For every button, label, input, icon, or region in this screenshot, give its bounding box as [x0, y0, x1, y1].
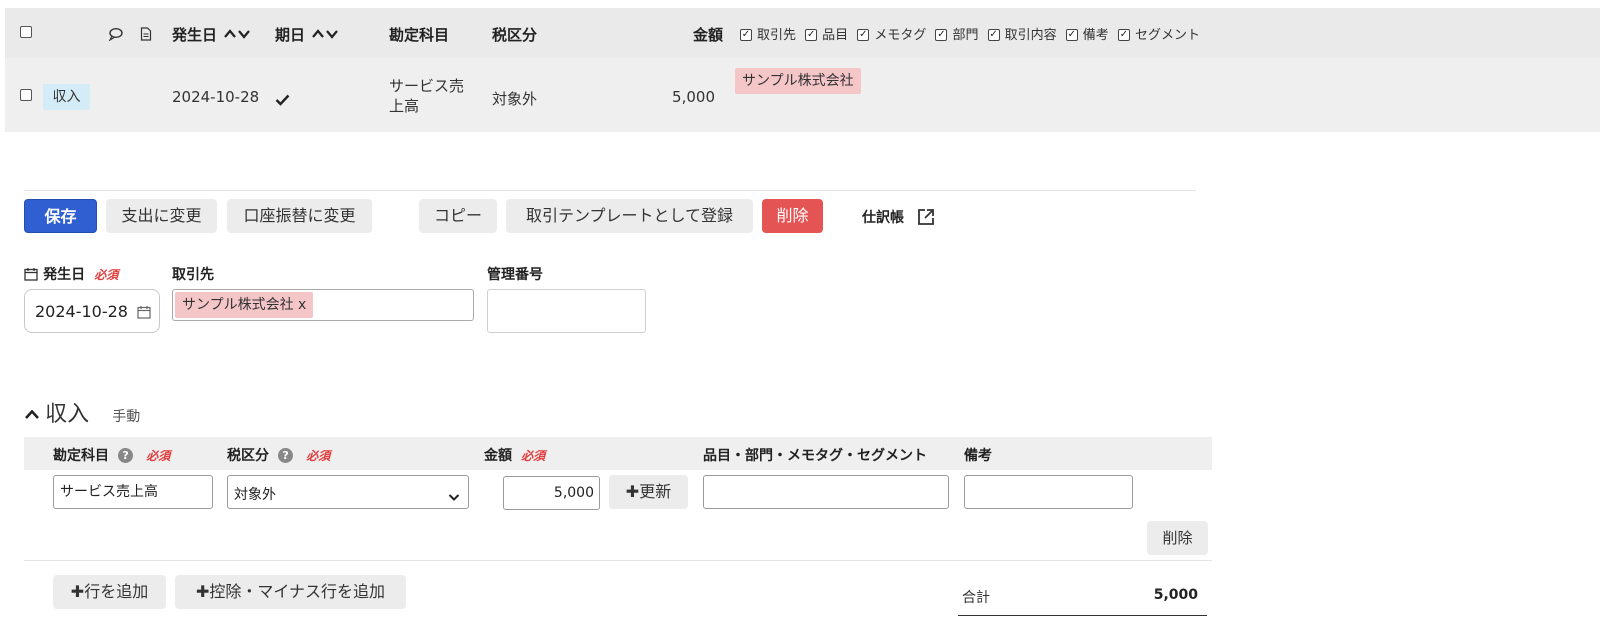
journal-link-label: 仕訳帳 — [862, 210, 904, 226]
column-toggle-label: 取引先 — [757, 28, 797, 43]
divider — [24, 560, 1212, 561]
add-minus-row-button[interactable]: ✚控除・マイナス行を追加 — [175, 575, 406, 609]
detail-header-amount-label: 金額 — [484, 448, 512, 464]
column-toggle-label: メモタグ — [874, 28, 927, 43]
column-toggle-label: セグメント — [1134, 28, 1200, 43]
delete-button[interactable]: 削除 — [762, 199, 823, 233]
total-underline — [958, 615, 1207, 616]
detail-header-tax: 税区分 ? 必須 — [227, 445, 330, 465]
calendar-icon — [24, 264, 43, 283]
column-header-due-label: 期日 — [275, 26, 306, 44]
date-label-text: 発生日 — [43, 267, 86, 283]
amount-input[interactable]: 5,000 — [503, 476, 600, 510]
help-icon[interactable]: ? — [278, 448, 294, 463]
column-toggle-label: 取引内容 — [1004, 28, 1057, 43]
section-title: 収入 — [45, 402, 90, 427]
sort-icon[interactable] — [219, 26, 252, 44]
column-toggle-segment[interactable]: ✓ セグメント — [1117, 28, 1200, 43]
column-toggle-label: 部門 — [952, 28, 979, 43]
detail-header-account: 勘定科目 ? 必須 — [53, 445, 170, 465]
column-toggle-partner[interactable]: ✓ 取引先 — [739, 28, 796, 43]
plus-icon: ✚ — [625, 482, 640, 501]
required-mark: 必須 — [306, 449, 331, 463]
column-header-tax: 税区分 — [492, 26, 538, 44]
comment-icon — [108, 26, 124, 42]
chevron-up-icon[interactable] — [24, 406, 45, 425]
date-input[interactable]: 2024-10-28 — [24, 289, 160, 333]
total-value: 5,000 — [1153, 587, 1198, 603]
update-button[interactable]: ✚更新 — [609, 475, 688, 509]
calendar-icon[interactable] — [137, 304, 151, 323]
change-to-transfer-button[interactable]: 口座振替に変更 — [227, 199, 372, 233]
detail-header-note: 備考 — [964, 448, 992, 464]
plus-icon: ✚ — [70, 582, 85, 601]
row-date: 2024-10-28 — [172, 88, 260, 106]
add-row-button[interactable]: ✚行を追加 — [53, 575, 166, 609]
row-amount: 5,000 — [672, 88, 715, 106]
document-icon — [140, 26, 152, 41]
add-row-button-label: 行を追加 — [84, 582, 149, 601]
partner-field-label: 取引先 — [172, 267, 214, 283]
required-mark: 必須 — [146, 449, 171, 463]
column-toggle-memo-tag[interactable]: ✓ メモタグ — [856, 28, 926, 43]
chevron-down-icon — [448, 487, 460, 506]
section-mode: 手動 — [112, 409, 141, 425]
add-minus-row-button-label: 控除・マイナス行を追加 — [209, 582, 386, 601]
column-toggle-item[interactable]: ✓ 品目 — [804, 28, 848, 43]
column-toggle-description[interactable]: ✓ 取引内容 — [987, 28, 1057, 43]
column-header-due[interactable]: 期日 — [275, 24, 340, 45]
ref-number-input[interactable] — [487, 289, 646, 333]
detail-header-account-label: 勘定科目 — [53, 448, 109, 464]
row-delete-button[interactable]: 削除 — [1147, 521, 1208, 555]
column-toggle-note[interactable]: ✓ 備考 — [1065, 28, 1109, 43]
sort-icon[interactable] — [307, 26, 340, 44]
row-tax: 対象外 — [492, 90, 538, 108]
partner-input[interactable]: サンプル株式会社 x — [172, 289, 474, 321]
column-header-date-label: 発生日 — [172, 26, 218, 44]
detail-header-tax-label: 税区分 — [227, 448, 269, 464]
journal-link[interactable]: 仕訳帳 — [862, 207, 935, 227]
save-button[interactable]: 保存 — [24, 199, 97, 233]
income-section-header[interactable]: 収入 手動 — [24, 396, 140, 428]
partner-tag[interactable]: サンプル株式会社 x — [175, 292, 314, 318]
detail-table-header — [24, 437, 1212, 470]
column-toggles: ✓ 取引先 ✓ 品目 ✓ メモタグ ✓ 部門 ✓ 取引内容 ✓ 備考 ✓ セグメント — [739, 24, 1200, 44]
row-checkbox[interactable] — [20, 89, 32, 101]
column-toggle-label: 備考 — [1082, 28, 1109, 43]
register-template-button[interactable]: 取引テンプレートとして登録 — [506, 199, 753, 233]
column-header-account: 勘定科目 — [389, 26, 450, 44]
account-input[interactable]: サービス売上高 — [53, 475, 213, 509]
required-mark: 必須 — [521, 449, 546, 463]
select-all-checkbox[interactable] — [20, 26, 32, 38]
external-link-icon — [917, 209, 935, 226]
plus-icon: ✚ — [195, 582, 210, 601]
total-label: 合計 — [962, 590, 990, 606]
column-header-amount: 金額 — [693, 26, 724, 44]
note-input[interactable] — [964, 475, 1133, 509]
tax-select-value: 対象外 — [234, 487, 276, 503]
column-header-date[interactable]: 発生日 — [172, 24, 252, 45]
date-field-label: 発生日 必須 — [24, 264, 118, 284]
tags-input[interactable] — [703, 475, 949, 509]
column-toggle-label: 品目 — [822, 28, 849, 43]
help-icon[interactable]: ? — [118, 448, 134, 463]
row-partner-tag: サンプル株式会社 — [735, 68, 861, 94]
date-input-value: 2024-10-28 — [35, 302, 128, 321]
detail-header-amount: 金額 必須 — [484, 445, 545, 465]
check-icon — [275, 91, 290, 110]
type-badge: 収入 — [43, 84, 90, 110]
change-to-expense-button[interactable]: 支出に変更 — [106, 199, 217, 233]
column-toggle-department[interactable]: ✓ 部門 — [934, 28, 978, 43]
divider — [24, 190, 1196, 191]
row-account: サービス売上高 — [389, 77, 465, 115]
copy-button[interactable]: コピー — [419, 199, 497, 233]
update-button-label: 更新 — [639, 482, 672, 501]
required-mark: 必須 — [94, 268, 119, 282]
ref-number-label: 管理番号 — [487, 267, 543, 283]
tax-select[interactable]: 対象外 — [227, 475, 469, 509]
detail-header-tags: 品目・部門・メモタグ・セグメント — [703, 448, 927, 464]
